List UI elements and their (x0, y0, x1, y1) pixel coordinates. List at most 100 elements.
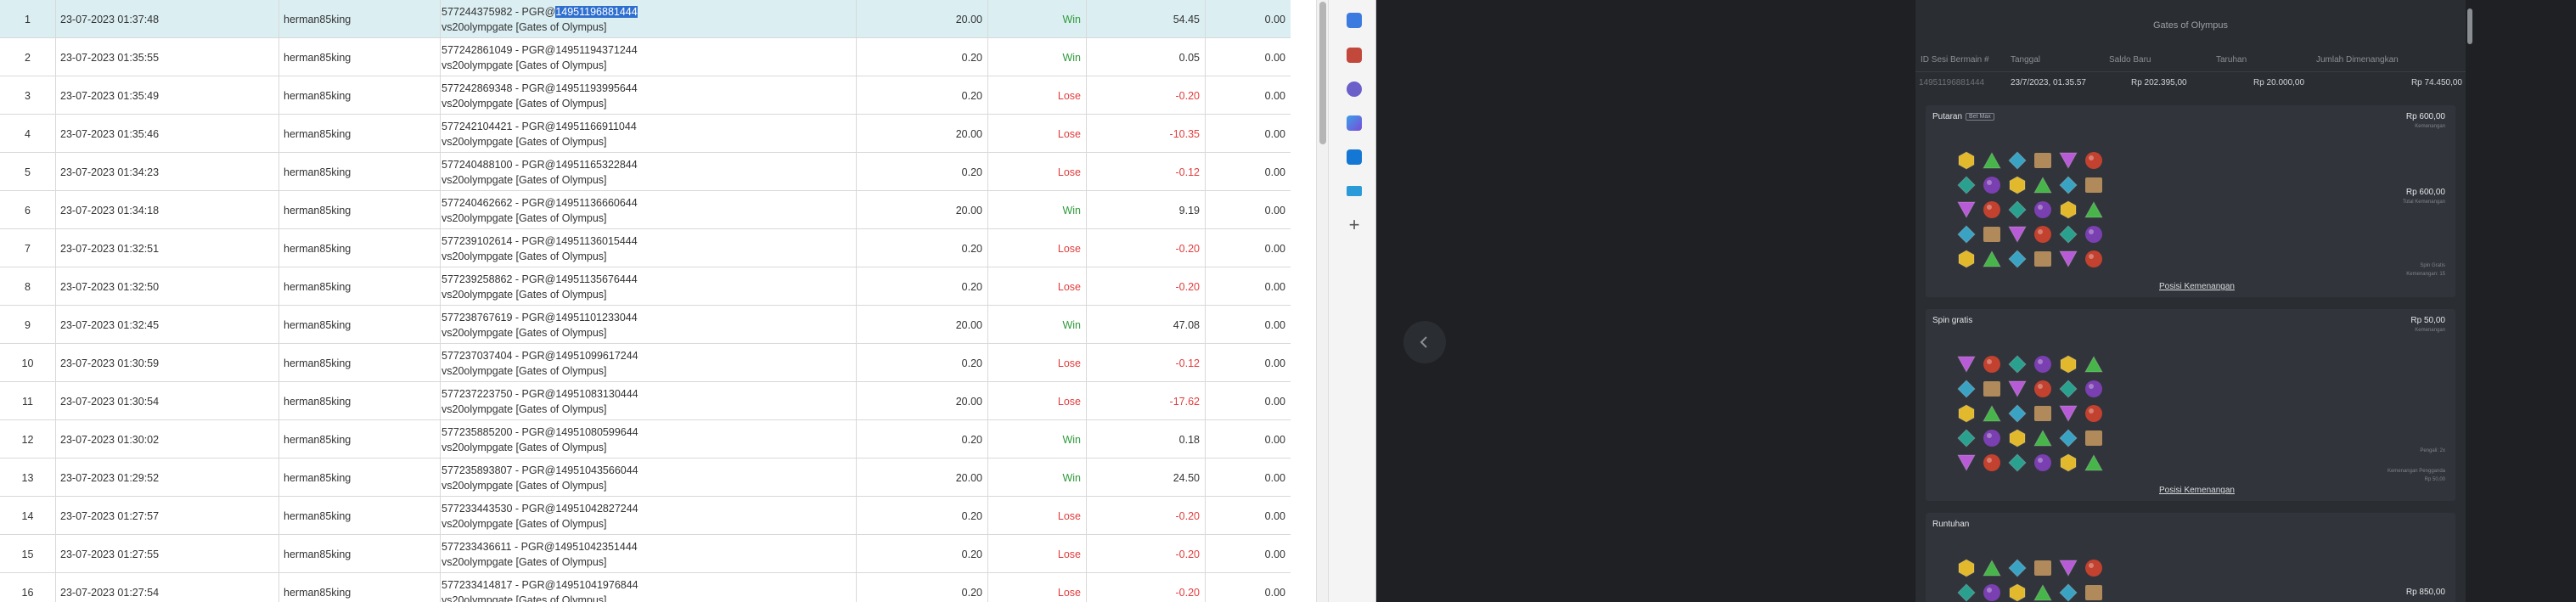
transaction-id[interactable]: 14951080599644 (555, 426, 638, 438)
row-status: Lose (988, 535, 1087, 573)
slot-symbol (1982, 354, 2002, 374)
slot-symbol (2058, 249, 2078, 269)
table-row[interactable]: 6 23-07-2023 01:34:18 herman85king 57724046… (0, 191, 1291, 229)
row-date: 23-07-2023 01:27:55 (56, 535, 279, 573)
transaction-id[interactable]: 14951136015444 (555, 235, 637, 247)
transaction-game: vs20olympgate [Gates of Olympus] (442, 441, 607, 453)
slot-symbol (1982, 403, 2002, 424)
shopping-icon[interactable] (1347, 186, 1362, 196)
slot-symbol (2084, 150, 2104, 171)
transaction-id[interactable]: 14951194371244 (555, 44, 637, 56)
slot-symbol (2033, 403, 2053, 424)
table-row[interactable]: 16 23-07-2023 01:27:54 herman85king 5772334… (0, 573, 1291, 602)
row-status: Lose (988, 267, 1087, 306)
row-transaction: 577242869348 - PGR@14951193995644 vs20oly… (441, 76, 857, 115)
transaction-id[interactable]: 14951196881444 (555, 5, 638, 18)
tag-icon[interactable] (1347, 13, 1362, 28)
transaction-id[interactable]: 14951166911044 (555, 121, 636, 132)
transaction-id[interactable]: 14951042827244 (555, 503, 638, 515)
transaction-id[interactable]: 14951135676444 (555, 273, 637, 285)
transaction-id[interactable]: 14951043566044 (555, 464, 638, 476)
row-transaction: 577240488100 - PGR@14951165322844 vs20oly… (441, 153, 857, 191)
row-bet: 0.20 (857, 267, 988, 306)
slot-symbol (1956, 354, 1977, 374)
slot-symbol (2033, 249, 2053, 269)
table-row[interactable]: 5 23-07-2023 01:34:23 herman85king 57724048… (0, 153, 1291, 191)
table-row[interactable]: 10 23-07-2023 01:30:59 herman85king 5772370… (0, 344, 1291, 382)
row-transaction: 577239258862 - PGR@14951135676444 vs20oly… (441, 267, 857, 306)
table-row[interactable]: 2 23-07-2023 01:35:55 herman85king 57724286… (0, 38, 1291, 76)
slot-symbol (2058, 354, 2078, 374)
table-row[interactable]: 3 23-07-2023 01:35:49 herman85king 57724286… (0, 76, 1291, 115)
row-number: 10 (0, 344, 56, 382)
transaction-id[interactable]: 14951099617244 (555, 350, 638, 362)
table-row[interactable]: 14 23-07-2023 01:27:57 herman85king 5772334… (0, 497, 1291, 535)
balance-value: Rp 202.395,00 (2131, 78, 2187, 87)
row-status: Win (988, 459, 1087, 497)
table-row[interactable]: 7 23-07-2023 01:32:51 herman85king 57723910… (0, 229, 1291, 267)
table-row[interactable]: 12 23-07-2023 01:30:02 herman85king 5772358… (0, 420, 1291, 459)
detail-scrollbar-thumb[interactable] (2467, 8, 2472, 44)
transaction-id[interactable]: 14951136660644 (555, 197, 637, 209)
transaction-prefix: 577240488100 - PGR@ (442, 158, 556, 171)
detail-scrollbar[interactable] (2466, 0, 2474, 602)
row-status: Lose (988, 344, 1087, 382)
table-row[interactable]: 4 23-07-2023 01:35:46 herman85king 57724210… (0, 115, 1291, 153)
slot-symbol (1982, 379, 2002, 399)
row-number: 15 (0, 535, 56, 573)
table-scrollbar-thumb[interactable] (1319, 2, 1326, 144)
row-winloss: -0.20 (1087, 535, 1206, 573)
slot-symbol (2084, 379, 2104, 399)
slot-symbol (1982, 582, 2002, 602)
people-icon[interactable] (1347, 82, 1362, 97)
transaction-id[interactable]: 14951165322844 (555, 159, 637, 171)
outlook-icon[interactable] (1347, 149, 1362, 165)
slot-symbol (2007, 150, 2028, 171)
table-row[interactable]: 8 23-07-2023 01:32:50 herman85king 57723925… (0, 267, 1291, 306)
transaction-id[interactable]: 14951101233044 (555, 312, 637, 324)
transaction-id[interactable]: 14951042351444 (554, 541, 637, 553)
winning-positions-link[interactable]: Posisi Kemenangan (2159, 486, 2235, 495)
slot-symbol (1982, 175, 2002, 195)
transaction-prefix: 577239258862 - PGR@ (442, 273, 556, 285)
transaction-id[interactable]: 14951083130444 (555, 388, 638, 400)
slot-symbol (1956, 403, 1977, 424)
back-button[interactable] (1403, 321, 1446, 363)
row-number: 9 (0, 306, 56, 344)
row-extra: 0.00 (1264, 433, 1285, 446)
row-number: 12 (0, 420, 56, 459)
row-transaction: 577239102614 - PGR@14951136015444 vs20oly… (441, 229, 857, 267)
row-transaction: 577233443530 - PGR@14951042827244 vs20oly… (441, 497, 857, 535)
table-scrollbar[interactable] (1316, 0, 1328, 602)
m365-icon[interactable] (1347, 115, 1362, 131)
slot-symbol (2058, 558, 2078, 578)
table-row[interactable]: 11 23-07-2023 01:30:54 herman85king 5772372… (0, 382, 1291, 420)
row-winloss: 0.05 (1087, 38, 1206, 76)
slot-symbol (1956, 150, 1977, 171)
slot-symbol (2084, 558, 2104, 578)
table-row[interactable]: 1 23-07-2023 01:37:48 herman85king 57724437… (0, 0, 1291, 38)
slot-symbol (1956, 224, 1977, 245)
row-status: Win (988, 306, 1087, 344)
table-row[interactable]: 15 23-07-2023 01:27:55 herman85king 5772334… (0, 535, 1291, 573)
plus-icon[interactable]: + (1345, 216, 1364, 234)
transaction-id[interactable]: 14951041976844 (555, 579, 638, 591)
free-spin-mult-win-value: Rp 50,00 (2424, 477, 2445, 482)
free-spin-multiplier: Pengali: 2x (2420, 448, 2445, 453)
slot-symbol (2007, 200, 2028, 220)
row-username: herman85king (279, 76, 441, 115)
table-row[interactable]: 13 23-07-2023 01:29:52 herman85king 5772358… (0, 459, 1291, 497)
row-extra: 0.00 (1264, 127, 1285, 140)
row-extra: 0.00 (1264, 318, 1285, 331)
wallet-icon[interactable] (1347, 48, 1362, 63)
transaction-prefix: 577240462662 - PGR@ (442, 196, 556, 209)
row-transaction: 577242861049 - PGR@14951194371244 vs20oly… (441, 38, 857, 76)
winning-positions-link[interactable]: Posisi Kemenangan (2159, 282, 2235, 291)
transaction-prefix: 577237223750 - PGR@ (442, 387, 556, 400)
transaction-id[interactable]: 14951193995644 (555, 82, 637, 94)
row-winloss: -0.20 (1087, 229, 1206, 267)
row-bet: 0.20 (857, 76, 988, 115)
table-row[interactable]: 9 23-07-2023 01:32:45 herman85king 57723876… (0, 306, 1291, 344)
row-winloss: -0.12 (1087, 344, 1206, 382)
spin-note-wins: Kemenangan: 15 (2406, 272, 2445, 277)
